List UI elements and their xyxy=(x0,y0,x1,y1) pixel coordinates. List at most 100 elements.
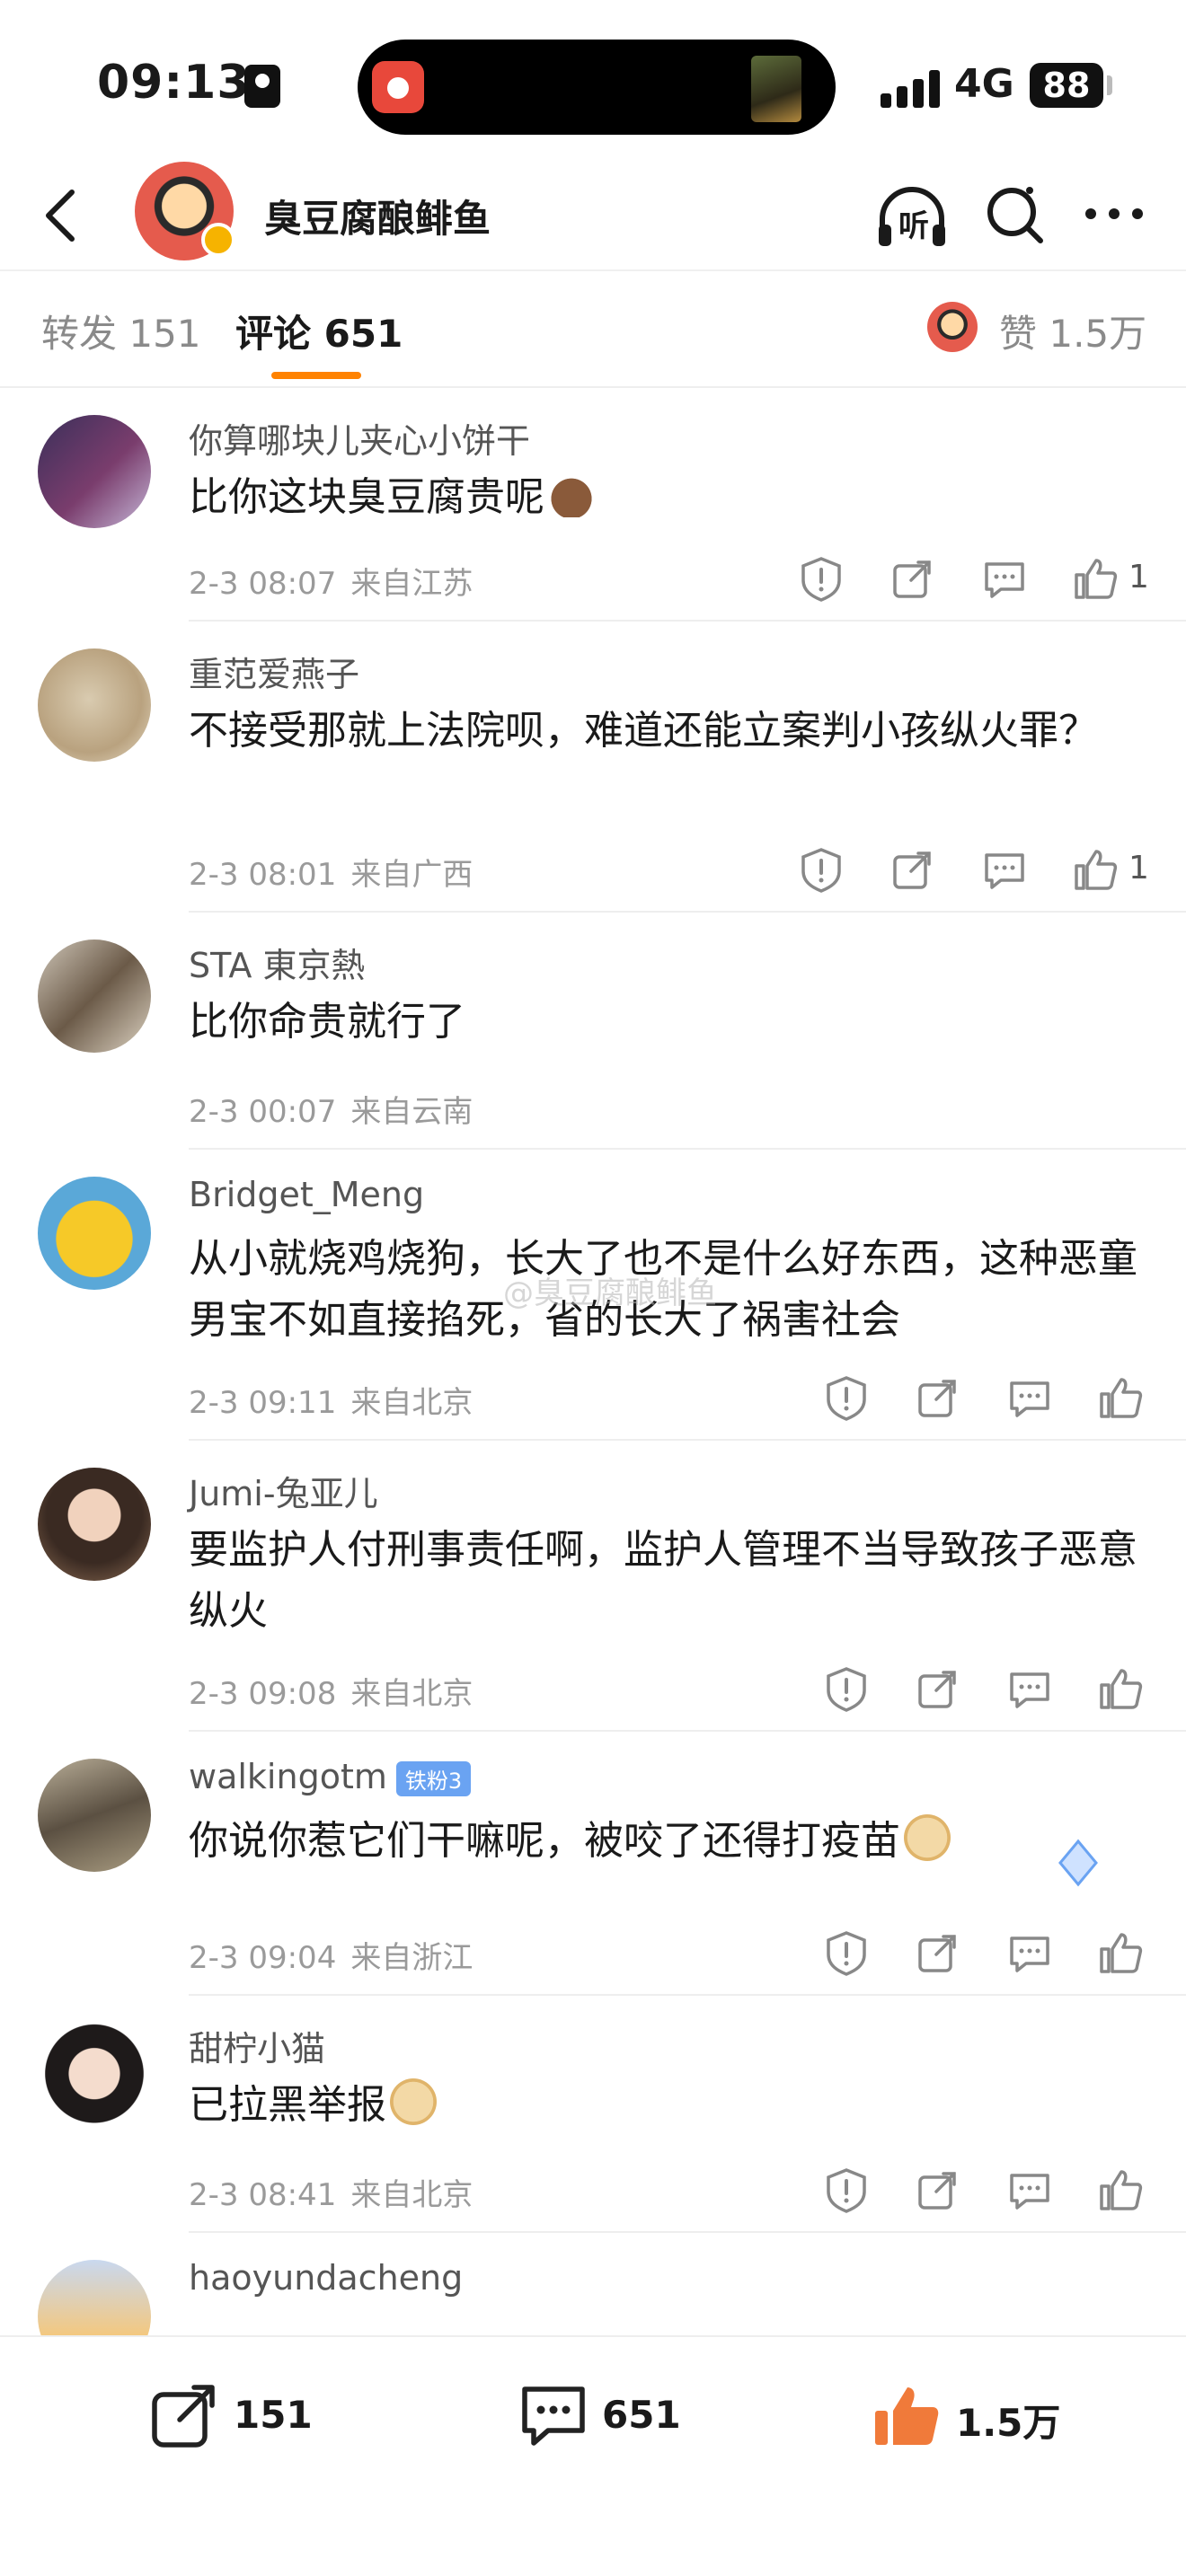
commenter-avatar[interactable] xyxy=(38,2260,151,2335)
comment-actions xyxy=(821,2165,1145,2219)
comment-time: 2-3 08:01 xyxy=(189,857,337,893)
comment-meta: 2-3 08:01 来自广西 xyxy=(189,850,473,894)
poop-emoji-icon xyxy=(548,471,595,517)
repost-count: 151 xyxy=(234,2393,313,2437)
verified-badge-icon xyxy=(201,223,235,257)
share-icon[interactable] xyxy=(888,553,938,604)
share-icon[interactable] xyxy=(913,1928,963,1978)
commenter-name[interactable]: 甜柠小猫 xyxy=(189,2021,325,2070)
media-artwork-icon xyxy=(751,56,801,122)
comment-location: 来自广西 xyxy=(350,857,474,893)
share-icon[interactable] xyxy=(913,1372,963,1423)
comment-icon[interactable] xyxy=(1005,1663,1055,1714)
comment-icon[interactable] xyxy=(979,553,1030,604)
watermark: @臭豆腐酿鲱鱼 xyxy=(503,1275,717,1311)
commenter-name[interactable]: 你算哪块儿夹心小饼干 xyxy=(189,413,530,463)
dynamic-island xyxy=(358,40,836,135)
post-tabs: 转发 151 评论 651 赞 1.5万 xyxy=(0,269,1186,388)
commenter-name-text: walkingotm xyxy=(189,1757,387,1796)
share-icon[interactable] xyxy=(888,844,938,895)
sparkle-icon xyxy=(1058,1839,1098,1887)
commenter-name[interactable]: haoyundacheng xyxy=(189,2258,463,2298)
listen-button[interactable]: 听 xyxy=(872,178,952,259)
comment-time: 2-3 09:04 xyxy=(189,1940,337,1976)
like-count: 1.5万 xyxy=(956,2401,1061,2445)
commenter-avatar[interactable] xyxy=(38,2023,151,2136)
comment-item: 重范爱燕子 不接受那就上法院呗，难道还能立案判小孩纵火罪？ 2-3 08:01 来… xyxy=(0,622,1186,913)
tab-likes[interactable]: 赞 1.5万 xyxy=(999,304,1146,358)
listen-label: 听 xyxy=(898,208,929,244)
search-button[interactable] xyxy=(979,178,1051,250)
commenter-name[interactable]: walkingotm 铁粉3 xyxy=(189,1757,472,1796)
comment-text-content: 比你这块臭豆腐贵呢 xyxy=(189,474,544,520)
thumbs-up-icon[interactable] xyxy=(1096,1372,1146,1423)
thumbs-up-icon[interactable] xyxy=(1071,553,1121,604)
commenter-name[interactable]: STA 東京熱 xyxy=(189,938,365,987)
comment-meta: 2-3 08:07 来自江苏 xyxy=(189,559,473,603)
comment-location: 来自北京 xyxy=(350,2177,474,2213)
comment-time: 2-3 08:41 xyxy=(189,2177,337,2213)
comment-actions: 1 xyxy=(796,844,1155,898)
comment-meta: 2-3 08:41 来自北京 xyxy=(189,2170,473,2214)
comment-icon[interactable] xyxy=(1005,1928,1055,1978)
comment-text: 比你这块臭豆腐贵呢 xyxy=(189,467,1141,528)
back-button[interactable] xyxy=(27,180,99,251)
share-icon xyxy=(152,2385,215,2448)
tab-repost[interactable]: 转发 151 xyxy=(41,304,201,358)
author-name[interactable]: 臭豆腐酿鲱鱼 xyxy=(264,189,491,243)
thumbs-up-icon[interactable] xyxy=(1096,2165,1146,2215)
comment-location: 来自北京 xyxy=(350,1385,474,1421)
report-icon[interactable] xyxy=(796,553,846,604)
comment-actions xyxy=(821,1663,1145,1717)
comment-text: 已拉黑举报 xyxy=(189,2075,1141,2136)
comment-item: 你算哪块儿夹心小饼干 比你这块臭豆腐贵呢 2-3 08:07 来自江苏 1 xyxy=(0,388,1186,622)
comment-item: haoyundacheng xyxy=(0,2233,1186,2335)
comment-icon[interactable] xyxy=(1005,2165,1055,2215)
comment-text: 要监护人付刑事责任啊，监护人管理不当导致孩子恶意纵火 xyxy=(189,1527,1137,1634)
more-button[interactable] xyxy=(1078,178,1150,250)
commenter-name[interactable]: Jumi-兔亚儿 xyxy=(189,1466,378,1515)
comment-item: STA 東京熱 比你命贵就行了 2-3 00:07 来自云南 xyxy=(0,913,1186,1150)
comment-button[interactable]: 651 xyxy=(518,2373,697,2454)
commenter-avatar[interactable] xyxy=(38,1759,151,1872)
like-count: 1 xyxy=(1128,559,1149,595)
report-icon[interactable] xyxy=(821,1928,872,1978)
commenter-avatar[interactable] xyxy=(38,1468,151,1581)
report-icon[interactable] xyxy=(821,1663,872,1714)
app-activity-icon xyxy=(372,61,424,113)
thumbs-up-icon[interactable] xyxy=(1096,1663,1146,1714)
commenter-name[interactable]: Bridget_Meng xyxy=(189,1175,424,1214)
commenter-avatar[interactable] xyxy=(38,648,151,762)
status-bar: 09:13 4G 88 xyxy=(0,0,1186,162)
comment-actions xyxy=(821,1372,1145,1426)
comment-icon[interactable] xyxy=(1005,1372,1055,1423)
thumbs-up-icon[interactable] xyxy=(1071,844,1121,895)
comment-time: 2-3 09:08 xyxy=(189,1676,337,1712)
comment-text-content: 已拉黑举报 xyxy=(189,2082,386,2128)
commenter-avatar[interactable] xyxy=(38,940,151,1053)
doge-emoji-icon xyxy=(904,1814,951,1861)
fan-badge: 铁粉3 xyxy=(395,1761,472,1796)
commenter-avatar[interactable] xyxy=(38,415,151,528)
comment-item: walkingotm 铁粉3 你说你惹它们干嘛呢，被咬了还得打疫苗 2-3 09:… xyxy=(0,1732,1186,1996)
comment-text: 你说你惹它们干嘛呢，被咬了还得打疫苗 xyxy=(189,1811,1141,1872)
report-icon[interactable] xyxy=(796,844,846,895)
thumbs-up-icon[interactable] xyxy=(1096,1928,1146,1978)
commenter-avatar[interactable] xyxy=(38,1177,151,1290)
comment-time: 2-3 00:07 xyxy=(189,1094,337,1130)
comment-time: 2-3 09:11 xyxy=(189,1385,337,1421)
comment-icon[interactable] xyxy=(979,844,1030,895)
repost-button[interactable]: 151 xyxy=(149,2373,329,2454)
share-icon[interactable] xyxy=(913,1663,963,1714)
comment-icon xyxy=(522,2386,585,2446)
share-icon[interactable] xyxy=(913,2165,963,2215)
report-icon[interactable] xyxy=(821,2165,872,2215)
report-icon[interactable] xyxy=(821,1372,872,1423)
comment-text: 比你命贵就行了 xyxy=(189,999,465,1045)
like-button[interactable]: 1.5万 xyxy=(872,2373,1087,2454)
comment-meta: 2-3 00:07 来自云南 xyxy=(189,1087,473,1131)
author-avatar[interactable] xyxy=(135,162,235,260)
tab-comments[interactable]: 评论 651 xyxy=(235,304,403,358)
commenter-name[interactable]: 重范爱燕子 xyxy=(189,647,359,696)
comment-item: 甜柠小猫 已拉黑举报 2-3 08:41 来自北京 xyxy=(0,1996,1186,2233)
